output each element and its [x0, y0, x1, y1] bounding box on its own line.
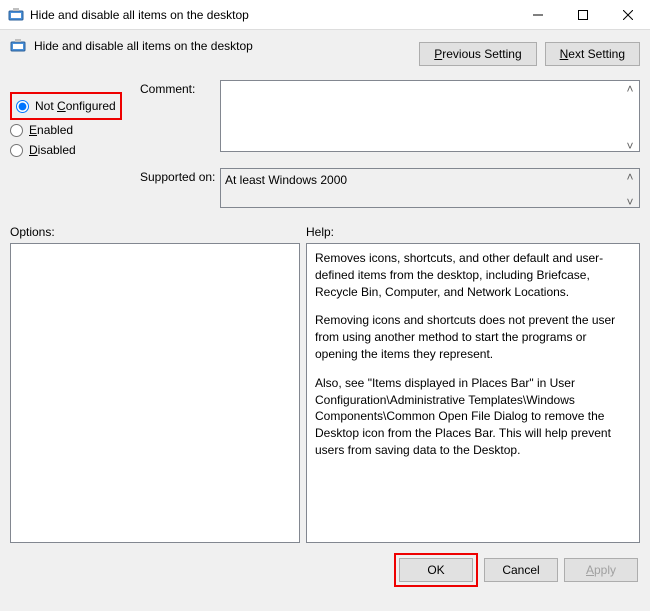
- policy-name: Hide and disable all items on the deskto…: [34, 39, 253, 53]
- supported-on-label: Supported on:: [140, 168, 220, 184]
- comment-label: Comment:: [140, 80, 220, 96]
- options-panel: [10, 243, 300, 543]
- apply-button[interactable]: Apply: [564, 558, 638, 582]
- help-text: Also, see "Items displayed in Places Bar…: [315, 375, 631, 459]
- policy-icon: [10, 38, 26, 54]
- policy-icon: [8, 7, 24, 23]
- close-button[interactable]: [605, 0, 650, 29]
- minimize-button[interactable]: [515, 0, 560, 29]
- not-configured-radio[interactable]: Not Configured: [16, 96, 116, 116]
- title-bar: Hide and disable all items on the deskto…: [0, 0, 650, 30]
- window-controls: [515, 0, 650, 29]
- enabled-radio[interactable]: Enabled: [10, 120, 140, 140]
- previous-setting-button[interactable]: Previous Setting: [419, 42, 536, 66]
- options-label: Options:: [10, 225, 306, 239]
- supported-on-text: [220, 168, 640, 208]
- maximize-button[interactable]: [560, 0, 605, 29]
- help-text: Removing icons and shortcuts does not pr…: [315, 312, 631, 362]
- disabled-radio[interactable]: Disabled: [10, 140, 140, 160]
- cancel-button[interactable]: Cancel: [484, 558, 558, 582]
- disabled-radio-input[interactable]: [10, 144, 23, 157]
- enabled-radio-input[interactable]: [10, 124, 23, 137]
- dialog-footer: OK Cancel Apply: [0, 543, 650, 597]
- comment-textarea[interactable]: [220, 80, 640, 152]
- help-text: Removes icons, shortcuts, and other defa…: [315, 250, 631, 300]
- help-panel: Removes icons, shortcuts, and other defa…: [306, 243, 640, 543]
- window-title: Hide and disable all items on the deskto…: [30, 8, 515, 22]
- ok-button[interactable]: OK: [399, 558, 473, 582]
- next-setting-button[interactable]: Next Setting: [545, 42, 640, 66]
- help-label: Help:: [306, 225, 334, 239]
- not-configured-radio-input[interactable]: [16, 100, 29, 113]
